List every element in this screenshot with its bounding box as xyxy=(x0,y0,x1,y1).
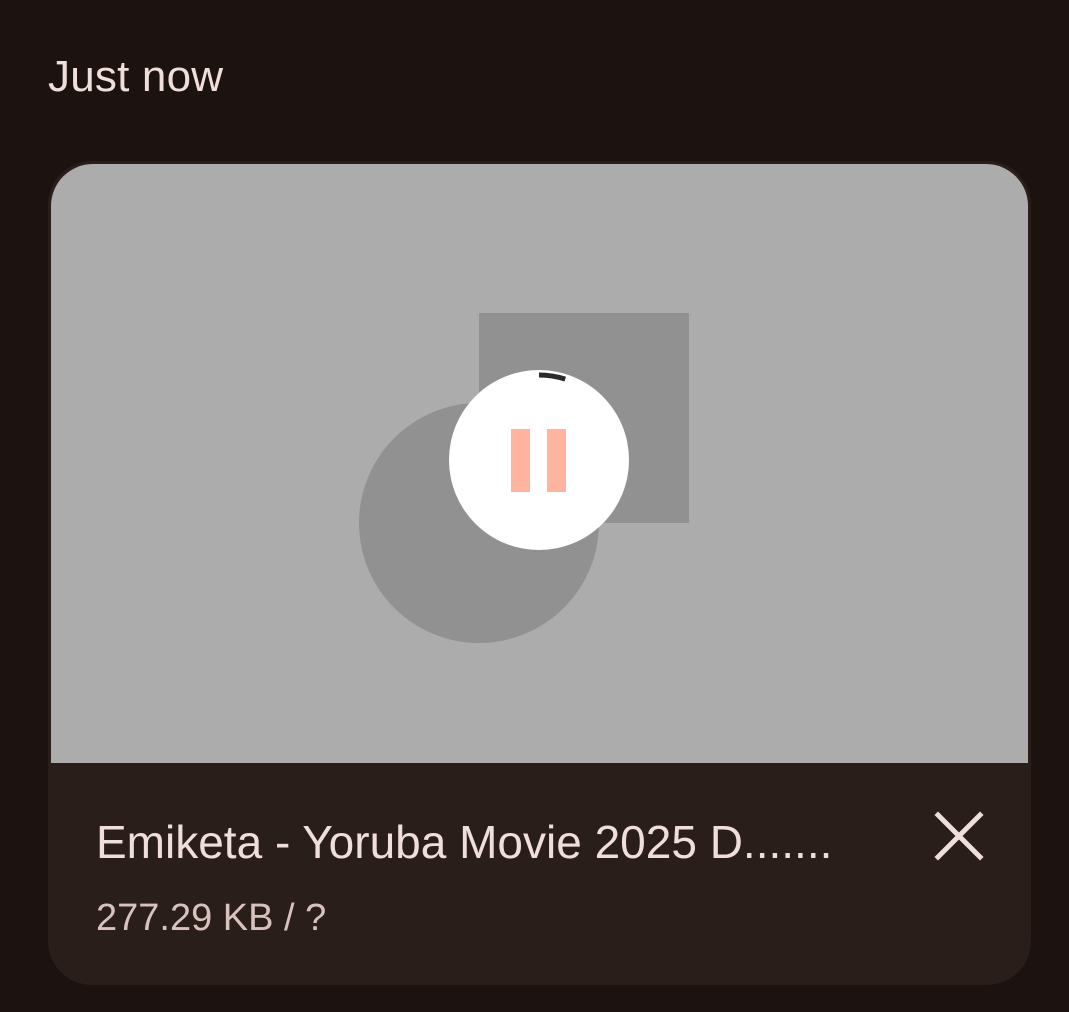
dismiss-button[interactable] xyxy=(926,803,992,869)
download-size: 277.29 KB / ? xyxy=(96,897,327,939)
pause-icon-bar-right xyxy=(547,429,566,492)
video-thumbnail[interactable] xyxy=(51,164,1028,763)
download-title: Emiketa - Yoruba Movie 2025 D....... xyxy=(96,816,833,868)
pause-download-button[interactable] xyxy=(449,370,629,550)
download-progress-ring xyxy=(538,372,567,382)
close-icon xyxy=(934,811,984,861)
downloads-page: Just now Emiketa - Yoruba Movie 2025 D..… xyxy=(0,0,1069,1012)
section-header: Just now xyxy=(48,52,224,101)
pause-icon-bar-left xyxy=(511,429,530,492)
download-info: Emiketa - Yoruba Movie 2025 D....... 277… xyxy=(48,763,1031,985)
download-card[interactable]: Emiketa - Yoruba Movie 2025 D....... 277… xyxy=(48,161,1031,985)
